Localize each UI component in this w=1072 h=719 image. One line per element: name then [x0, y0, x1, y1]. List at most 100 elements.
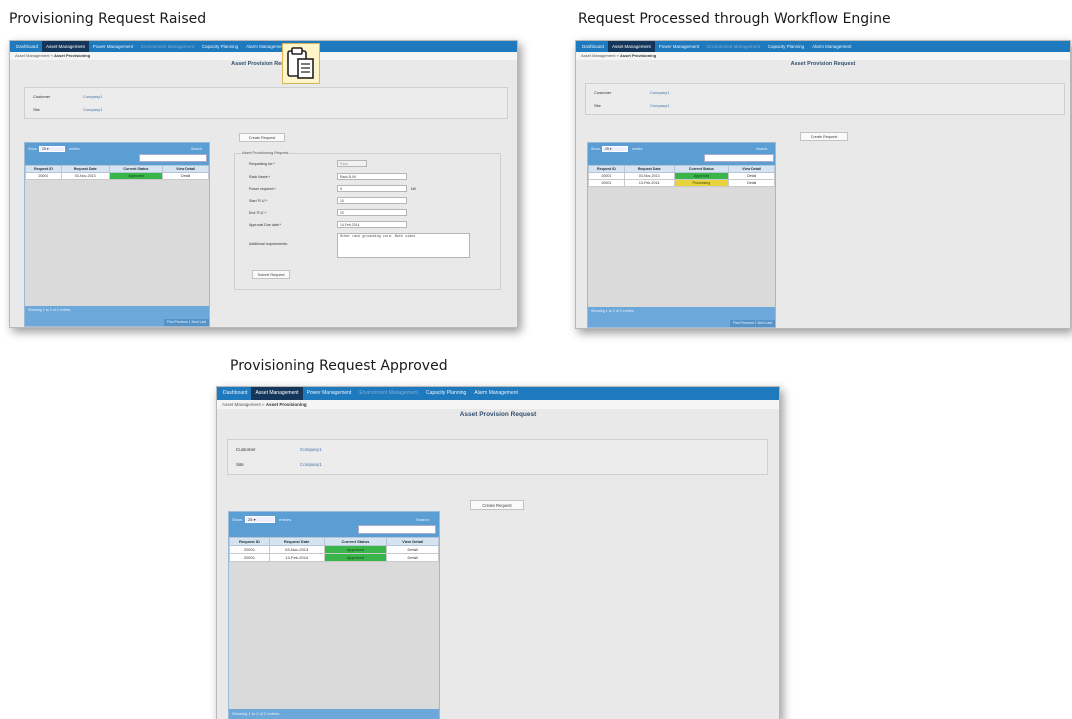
breadcrumb-parent[interactable]: Asset Management — [581, 53, 615, 58]
end-ru-input[interactable]: 20 — [337, 209, 407, 216]
customer-label: Customer — [594, 90, 612, 95]
pager-last[interactable]: Last — [766, 321, 772, 325]
pager-next[interactable]: Next — [758, 321, 765, 325]
table-row[interactable]: 20001 13-Feb-2014 Approved Detail — [229, 553, 439, 562]
request-table: Request ID Request Date Current Status V… — [229, 537, 439, 562]
nav-environment-management[interactable]: Environment Management — [355, 387, 422, 400]
page-title: Asset Provision Request — [790, 61, 856, 67]
nav-dashboard[interactable]: Dashboard — [219, 387, 251, 400]
field-label-end-ru: End 'R.U':* — [249, 211, 267, 215]
detail-link[interactable]: Detail — [728, 179, 775, 187]
entries-label: entries — [632, 147, 643, 151]
page-size-select[interactable]: 25 ▾ — [245, 516, 275, 523]
col-request-date[interactable]: Request Date — [623, 165, 675, 173]
col-request-date[interactable]: Request Date — [60, 165, 110, 173]
nav-asset-management[interactable]: Asset Management — [251, 387, 303, 400]
col-request-id[interactable]: Request ID — [229, 537, 270, 546]
customer-label: Customer — [33, 94, 51, 99]
nav-power-management[interactable]: Power Management — [303, 387, 356, 400]
create-request-button[interactable]: Create Request — [800, 132, 848, 141]
customer-value: Company1 — [83, 94, 103, 99]
pager-first[interactable]: First — [167, 320, 174, 324]
grid-search-input[interactable] — [704, 154, 774, 162]
caption-request-approved: Provisioning Request Approved — [230, 358, 448, 374]
col-view-detail[interactable]: View Detail — [728, 165, 775, 173]
power-required-input[interactable]: 5 — [337, 185, 407, 192]
nav-capacity-planning[interactable]: Capacity Planning — [422, 387, 470, 400]
page-size-select[interactable]: 25 ▾ — [602, 146, 628, 152]
nav-asset-management[interactable]: Asset Management — [608, 41, 655, 52]
nav-environment-management[interactable]: Environment Management — [703, 41, 764, 52]
pager-previous[interactable]: Previous — [175, 320, 188, 324]
show-label: Show — [28, 147, 37, 151]
customer-site-panel: Customer Company1 Site Company1 — [227, 439, 768, 475]
nav-environment-management[interactable]: Environment Management — [137, 41, 198, 52]
request-date-cell: 03-Nov-2013 — [623, 172, 675, 180]
breadcrumb-parent[interactable]: Asset Management — [15, 53, 49, 58]
nav-power-management[interactable]: Power Management — [655, 41, 703, 52]
pager-page[interactable]: 1 — [755, 321, 757, 325]
clipboard-paste-icon[interactable] — [282, 43, 320, 84]
col-current-status[interactable]: Current Status — [323, 537, 388, 546]
col-request-id[interactable]: Request ID — [25, 165, 62, 173]
table-row[interactable]: 20001 13-Feb-2014 Processing Detail — [588, 179, 775, 187]
field-label-rack-name: Rack Name:* — [249, 175, 271, 179]
approval-due-date-input[interactable]: 14-Feb-2014 — [337, 221, 407, 228]
page-size-select[interactable]: 25 ▾ — [39, 146, 65, 152]
col-view-detail[interactable]: View Detail — [386, 537, 439, 546]
grid-search-input[interactable] — [358, 525, 436, 534]
rack-name-input[interactable]: Rack B-06 — [337, 173, 407, 180]
form-legend: Asset Provisioning Request — [241, 151, 290, 155]
col-request-id[interactable]: Request ID — [588, 165, 625, 173]
status-cell: Approved — [673, 172, 730, 180]
breadcrumb-separator: » — [262, 402, 265, 407]
additional-requirements-textarea[interactable]: Other rack grounding cord. Both sides — [337, 233, 470, 258]
nav-capacity-planning[interactable]: Capacity Planning — [198, 41, 242, 52]
pager-next[interactable]: Next — [192, 320, 199, 324]
start-ru-input[interactable]: 10 — [337, 197, 407, 204]
nav-dashboard[interactable]: Dashboard — [578, 41, 608, 52]
pager-page[interactable]: 1 — [189, 320, 191, 324]
table-row[interactable]: 20001 03-Nov-2013 Approved Detail — [25, 172, 209, 180]
site-label: Site — [594, 103, 601, 108]
col-request-date[interactable]: Request Date — [268, 537, 325, 546]
top-nav: Dashboard Asset Management Power Managem… — [576, 41, 1070, 52]
detail-link[interactable]: Detail — [728, 172, 775, 180]
nav-alarm-management[interactable]: Alarm Management — [470, 387, 522, 400]
submit-request-button[interactable]: Submit Request — [252, 270, 290, 279]
table-row[interactable]: 20001 03-Nov-2013 Approved Detail — [229, 545, 439, 554]
request-date-cell: 13-Feb-2014 — [268, 553, 325, 562]
nav-alarm-management[interactable]: Alarm Management — [808, 41, 855, 52]
col-view-detail[interactable]: View Detail — [162, 165, 209, 173]
request-id-cell: 20001 — [588, 179, 625, 187]
page-title: Asset Provision Request — [459, 411, 537, 418]
site-label: Site — [236, 462, 244, 467]
pager-previous[interactable]: Previous — [741, 321, 754, 325]
search-label: Search: — [756, 147, 769, 151]
nav-power-management[interactable]: Power Management — [89, 41, 137, 52]
create-request-button[interactable]: Create Request — [470, 500, 524, 510]
pager-last[interactable]: Last — [200, 320, 206, 324]
breadcrumb-parent[interactable]: Asset Management — [222, 402, 261, 407]
create-request-button[interactable]: Create Request — [239, 133, 285, 142]
grid-toolbar: Show 25 ▾ entries Search: — [588, 143, 775, 165]
provisioning-form: Asset Provisioning Request Requesting fo… — [234, 151, 501, 290]
caption-request-processed: Request Processed through Workflow Engin… — [578, 11, 891, 27]
col-current-status[interactable]: Current Status — [108, 165, 164, 173]
requesting-for-select[interactable]: Rack — [337, 160, 367, 167]
pager-first[interactable]: First — [733, 321, 740, 325]
detail-link[interactable]: Detail — [386, 545, 439, 554]
table-row[interactable]: 20001 03-Nov-2013 Approved Detail — [588, 172, 775, 180]
grid-search-input[interactable] — [139, 154, 207, 162]
nav-asset-management[interactable]: Asset Management — [42, 41, 89, 52]
detail-link[interactable]: Detail — [386, 553, 439, 562]
col-current-status[interactable]: Current Status — [673, 165, 730, 173]
nav-dashboard[interactable]: Dashboard — [12, 41, 42, 52]
detail-link[interactable]: Detail — [162, 172, 209, 180]
field-label-start-ru: Start 'R.U':* — [249, 199, 268, 203]
site-value: Company1 — [300, 462, 322, 467]
power-unit: kW — [411, 187, 416, 191]
grid-info: Showing 1 to 2 of 2 entries — [232, 711, 280, 716]
nav-capacity-planning[interactable]: Capacity Planning — [764, 41, 808, 52]
page-size-value: 25 — [42, 147, 46, 151]
